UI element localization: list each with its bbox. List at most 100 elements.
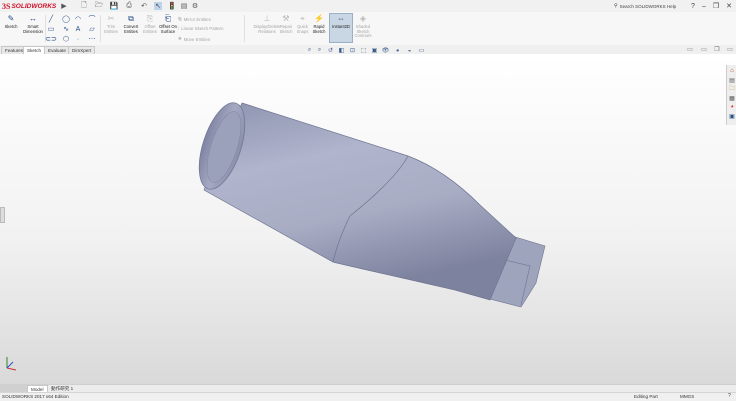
abutment-part-model[interactable] [0,54,736,384]
rectangle-icon[interactable]: ▭ [47,25,55,33]
options-gear-icon[interactable]: ⚙ [191,2,199,10]
title-bar: 3S SOLIDWORKS ▶ 🗋 🗁 💾 ⎙ ↶ ↖ 🚦 ▤ ⚙ ⚲ Sear… [0,0,736,12]
plane-icon[interactable]: ▱ [88,25,96,33]
help-button[interactable]: ? [688,1,698,11]
quick-snaps-icon: ⌖ [300,13,305,23]
sketch-label: Sketch [4,24,18,29]
view-palette-icon[interactable]: ▦ [728,94,736,102]
point-icon[interactable]: · [74,35,82,43]
convert-entities-icon: ⧉ [128,13,134,23]
convert-entities-button[interactable]: ⧉ Convert Entities [121,14,141,34]
dynamic-annotation-icon[interactable]: ⊡ [349,47,356,54]
linear-sketch-pattern-label: Linear Sketch Pattern [181,26,224,31]
view-settings-icon[interactable]: ▭ [418,47,425,54]
solidworks-resources-icon[interactable]: ⌂ [728,67,736,75]
search-icon: ⚲ [614,3,618,9]
tile-horizontal-icon[interactable]: ▭ [700,46,708,53]
trim-entities-button[interactable]: ✂ Trim Entities [102,14,120,34]
zoom-area-icon[interactable]: ⌕ [316,47,323,54]
repair-sketch-button[interactable]: ⚒ Repair Sketch [279,14,293,34]
hide-show-icon[interactable]: 👁 [382,47,390,54]
restore-view-icon[interactable]: ❐ [713,46,721,53]
shaded-sketch-contours-button[interactable]: ◈ Shaded Sketch Contours [352,14,374,39]
spline-icon[interactable]: ∿ [62,25,70,33]
previous-view-icon[interactable]: ↺ [327,47,334,54]
design-library-icon[interactable]: ▤ [728,76,736,84]
offset-entities-button[interactable]: ⎘ Offset Entities [142,14,158,34]
quick-snaps-label: Quick Snaps [296,24,309,34]
rapid-sketch-label: Rapid Sketch [312,24,326,34]
file-properties-icon[interactable]: ▤ [180,2,188,10]
construction-icon[interactable]: ⋯ [88,35,96,43]
coordinate-triad-icon [6,357,17,371]
appearances-icon[interactable]: ◕ [728,103,736,111]
shaded-contours-icon: ◈ [359,13,367,23]
polygon-icon[interactable]: ⬡ [62,35,70,43]
solidworks-logo[interactable]: 3S SOLIDWORKS [2,1,56,11]
task-pane: ⌂ ▤ 🗀 ▦ ◕ ▣ [726,65,736,125]
rapid-sketch-button[interactable]: ⚡ Rapid Sketch [312,14,326,34]
menu-expand-icon[interactable]: ▶ [60,2,68,10]
smart-dimension-icon: ↔ [29,13,37,23]
section-view-icon[interactable]: ◧ [338,47,345,54]
mirror-entities-item[interactable]: ⧎ Mirror Entities [178,16,211,22]
tile-icon[interactable]: ▭ [686,46,694,53]
units-selector[interactable]: MMGS [680,394,694,399]
search-help-field[interactable]: ⚲ Search SOLIDWORKS Help [614,2,686,10]
tab-motion-study[interactable]: 動作研究 1 [48,385,76,392]
line-icon[interactable]: ╱ [47,15,55,23]
graphics-area[interactable]: ⌕ ⌕ ↺ ◧ ⊡ ⬚ ▣ 👁 ◕ ◒ ▭ [0,47,736,384]
convert-entities-label: Convert Entities [123,24,139,34]
display-style-icon[interactable]: ▣ [371,47,378,54]
offset-on-surface-label: Offset On Surface [159,24,177,34]
smart-dimension-button[interactable]: ↔ Smart Dimension [22,14,44,34]
display-delete-relations-button[interactable]: ⊥ Display/Delete Relations [254,13,281,34]
editing-mode-label: Editing Part [634,394,658,399]
move-icon: ✥ [178,36,182,41]
edit-appearance-icon[interactable]: ◕ [394,47,401,54]
new-document-icon[interactable]: 🗋 [80,2,88,10]
custom-properties-icon[interactable]: ▣ [728,112,736,120]
version-label: SOLIDWORKS 2017 x64 Edition [2,394,69,399]
brand-name: SOLIDWORKS [11,2,57,10]
repair-sketch-icon: ⚒ [282,13,290,23]
arc-icon[interactable]: ◠ [74,15,82,23]
rapid-sketch-icon: ⚡ [314,13,324,23]
repair-sketch-label: Repair Sketch [279,24,293,34]
relations-icon: ⊥ [263,13,271,23]
sketch-button[interactable]: ✎ Sketch [2,14,20,30]
mirror-entities-label: Mirror Entities [183,16,211,22]
sketch-icon: ✎ [7,13,15,23]
select-arrow-icon[interactable]: ↖ [154,2,162,10]
offset-on-surface-icon: ⎗ [164,13,172,23]
close-button[interactable]: ✕ [724,1,734,11]
close-doc-icon[interactable]: ▭ [726,46,734,53]
instant2d-button[interactable]: ⇔ Instant2D [329,13,353,43]
minimize-button[interactable]: – [699,1,709,11]
offset-on-surface-button[interactable]: ⎗ Offset On Surface [159,14,177,34]
slot-icon[interactable]: ⊂⊃ [45,35,57,43]
offset-entities-label: Offset Entities [143,24,157,34]
view-orientation-icon[interactable]: ⬚ [360,47,367,54]
move-entities-label: Move Entities [183,36,211,42]
command-manager: ✎ Sketch ↔ Smart Dimension ╱ ◯ ◠ ▭ ∿ A ⊂… [0,12,736,46]
tab-scroll-arrows[interactable] [0,385,28,392]
print-icon[interactable]: ⎙ [125,2,133,10]
text-icon[interactable]: A [74,25,82,33]
restore-button[interactable]: ❐ [711,1,721,11]
save-icon[interactable]: 💾 [110,2,119,10]
zoom-to-fit-icon[interactable]: ⌕ [306,47,313,54]
linear-sketch-pattern-item[interactable]: ⁞ Linear Sketch Pattern [178,26,223,31]
help-icon[interactable]: ? [728,393,731,399]
circle-icon[interactable]: ◯ [62,15,70,23]
mirror-icon: ⧎ [178,16,182,21]
linear-pattern-icon: ⁞ [178,26,180,31]
undo-icon[interactable]: ↶ [140,2,148,10]
file-explorer-icon[interactable]: 🗀 [728,85,736,93]
quick-snaps-button[interactable]: ⌖ Quick Snaps [296,14,309,34]
apply-scene-icon[interactable]: ◒ [406,47,413,54]
fillet-icon[interactable]: ⌒ [88,15,96,23]
open-folder-icon[interactable]: 🗁 [95,2,104,10]
move-entities-item[interactable]: ✥ Move Entities [178,36,210,42]
rebuild-icon[interactable]: 🚦 [168,2,177,10]
